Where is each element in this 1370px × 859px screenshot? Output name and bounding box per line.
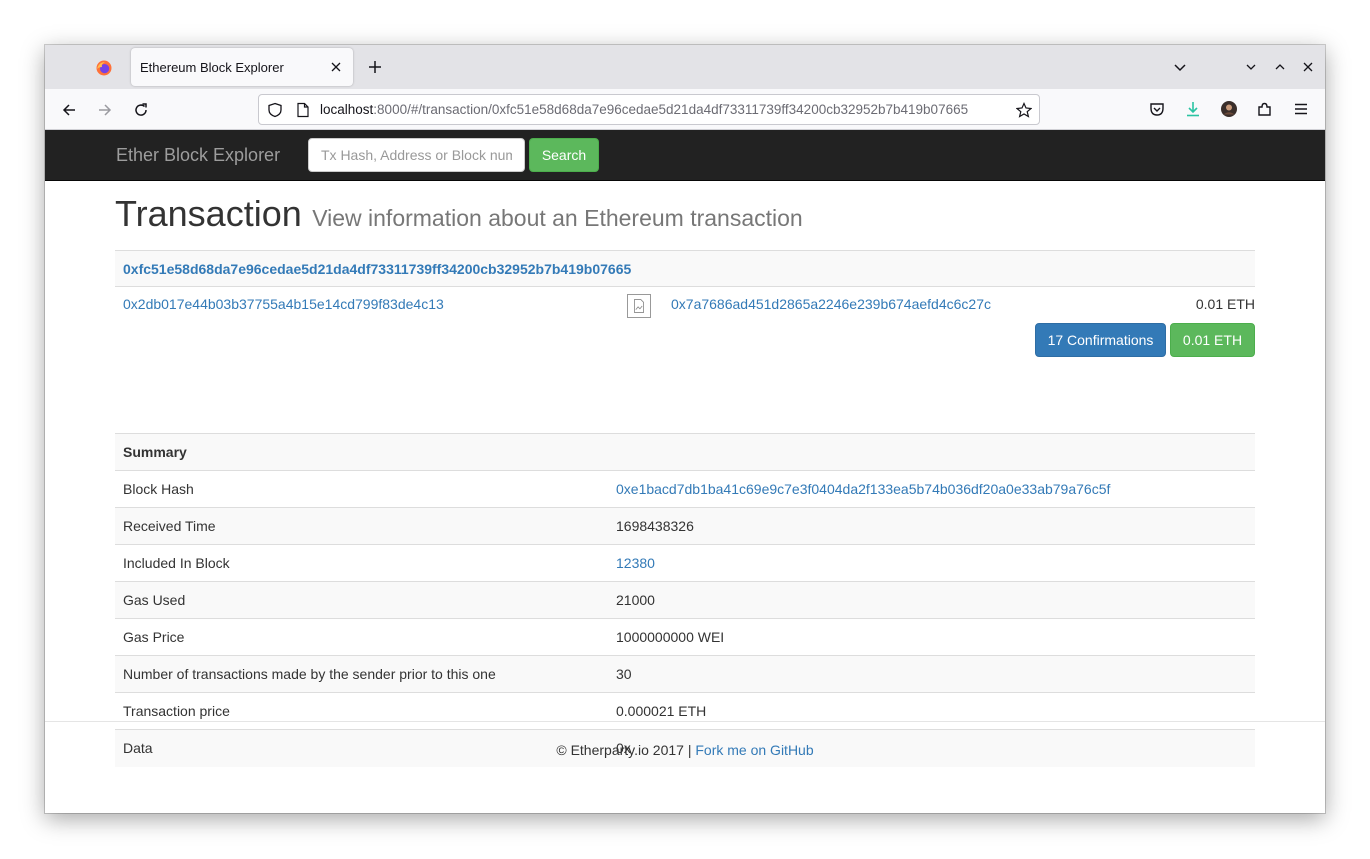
reload-icon[interactable] bbox=[133, 102, 149, 118]
search-input[interactable] bbox=[308, 138, 525, 172]
table-row: Block Hash 0xe1bacd7db1ba41c69e9c7e3f040… bbox=[115, 470, 1255, 508]
star-icon[interactable] bbox=[1016, 102, 1032, 118]
summary-header-row: Summary bbox=[115, 433, 1255, 471]
tab-title: Ethereum Block Explorer bbox=[140, 60, 284, 75]
footer-copyright: © Etherparty.io 2017 | bbox=[556, 742, 696, 758]
page-footer: © Etherparty.io 2017 | Fork me on GitHub bbox=[45, 721, 1325, 813]
page-subtitle: View information about an Ethereum trans… bbox=[312, 205, 803, 231]
github-link[interactable]: Fork me on GitHub bbox=[695, 742, 813, 758]
row-label: Included In Block bbox=[115, 544, 608, 582]
footer-text: © Etherparty.io 2017 | Fork me on GitHub bbox=[45, 742, 1325, 758]
table-row: Gas Used 21000 bbox=[115, 581, 1255, 619]
transaction-hash-link[interactable]: 0xfc51e58d68da7e96cedae5d21da4df73311739… bbox=[123, 261, 631, 277]
from-address-link[interactable]: 0x2db017e44b03b37755a4b15e14cd799f83de4c… bbox=[123, 296, 444, 312]
account-avatar-icon[interactable] bbox=[1220, 100, 1238, 118]
row-value: 0xe1bacd7db1ba41c69e9c7e3f0404da2f133ea5… bbox=[608, 470, 1255, 508]
to-address-link[interactable]: 0x7a7686ad451d2865a2246e239b674aefd4c6c2… bbox=[671, 296, 991, 312]
page-header: Transaction View information about an Et… bbox=[115, 193, 803, 235]
transaction-hash-row: 0xfc51e58d68da7e96cedae5d21da4df73311739… bbox=[115, 250, 1255, 287]
download-icon[interactable] bbox=[1184, 100, 1202, 118]
row-value: 1000000000 WEI bbox=[608, 618, 1255, 656]
transaction-address-row: 0x2db017e44b03b37755a4b15e14cd799f83de4c… bbox=[115, 287, 1255, 387]
tab-strip: Ethereum Block Explorer bbox=[45, 45, 1325, 89]
page-title: Transaction bbox=[115, 193, 302, 234]
back-icon[interactable] bbox=[61, 102, 77, 118]
summary-table: Summary Block Hash 0xe1bacd7db1ba41c69e9… bbox=[115, 433, 1255, 767]
url-text[interactable]: localhost:8000/#/transaction/0xfc51e58d6… bbox=[320, 102, 1010, 117]
transaction-table: 0xfc51e58d68da7e96cedae5d21da4df73311739… bbox=[115, 250, 1255, 387]
tab-ethereum-block-explorer[interactable]: Ethereum Block Explorer bbox=[131, 48, 353, 86]
table-row: Number of transactions made by the sende… bbox=[115, 655, 1255, 693]
maximize-icon[interactable] bbox=[1274, 61, 1286, 73]
chevron-down-icon[interactable] bbox=[1173, 60, 1187, 74]
transaction-amount: 0.01 ETH bbox=[1195, 296, 1255, 312]
block-number-link[interactable]: 12380 bbox=[616, 555, 655, 571]
close-icon[interactable] bbox=[330, 61, 342, 73]
browser-window: Ethereum Block Explorer localhost:8000/#… bbox=[45, 45, 1325, 813]
site-brand[interactable]: Ether Block Explorer bbox=[116, 145, 280, 166]
table-row: Gas Price 1000000000 WEI bbox=[115, 618, 1255, 656]
row-label: Received Time bbox=[115, 507, 608, 545]
row-label: Gas Price bbox=[115, 618, 608, 656]
broken-image-icon bbox=[627, 294, 651, 318]
row-label: Number of transactions made by the sende… bbox=[115, 655, 608, 693]
search-button[interactable]: Search bbox=[529, 138, 599, 172]
pocket-icon[interactable] bbox=[1148, 100, 1166, 118]
table-row: Included In Block 12380 bbox=[115, 544, 1255, 582]
plus-icon[interactable] bbox=[367, 59, 383, 75]
row-value: 30 bbox=[608, 655, 1255, 693]
shield-icon[interactable] bbox=[267, 102, 283, 118]
site-navbar: Ether Block Explorer Search bbox=[45, 130, 1325, 181]
row-label: Block Hash bbox=[115, 470, 608, 508]
block-hash-link[interactable]: 0xe1bacd7db1ba41c69e9c7e3f0404da2f133ea5… bbox=[616, 481, 1110, 497]
web-page: Ether Block Explorer Search Transaction … bbox=[45, 130, 1325, 813]
url-bar[interactable]: localhost:8000/#/transaction/0xfc51e58d6… bbox=[258, 94, 1040, 125]
url-path: :8000/#/transaction/0xfc51e58d68da7e96ce… bbox=[373, 102, 969, 117]
minimize-icon[interactable] bbox=[1245, 61, 1257, 73]
row-value: 21000 bbox=[608, 581, 1255, 619]
window-close-icon[interactable] bbox=[1302, 61, 1314, 73]
confirmations-button[interactable]: 17 Confirmations bbox=[1035, 323, 1166, 357]
browser-toolbar: localhost:8000/#/transaction/0xfc51e58d6… bbox=[45, 89, 1325, 130]
row-value: 12380 bbox=[608, 544, 1255, 582]
value-button[interactable]: 0.01 ETH bbox=[1170, 323, 1255, 357]
menu-icon[interactable] bbox=[1292, 100, 1310, 118]
url-host: localhost bbox=[320, 102, 374, 117]
summary-heading: Summary bbox=[115, 433, 1255, 471]
row-value: 1698438326 bbox=[608, 507, 1255, 545]
forward-icon[interactable] bbox=[97, 102, 113, 118]
page-icon[interactable] bbox=[296, 102, 310, 118]
row-label: Gas Used bbox=[115, 581, 608, 619]
table-row: Received Time 1698438326 bbox=[115, 507, 1255, 545]
extensions-icon[interactable] bbox=[1256, 100, 1274, 118]
firefox-logo-icon[interactable] bbox=[96, 60, 112, 76]
